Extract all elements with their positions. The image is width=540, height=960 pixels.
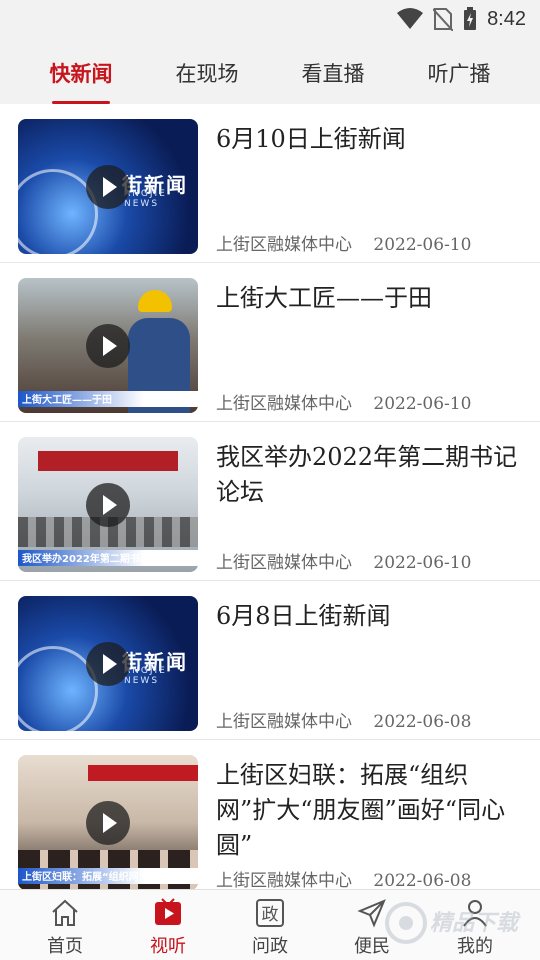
video-play-icon [155,898,181,925]
thumbnail-caption: 上街区妇联：拓展“组织网”扩大“朋友圈”画好“同心圆” [22,872,198,883]
news-meta: 上街区融媒体中心 2022-06-10 [216,230,471,255]
news-title[interactable]: 6月8日上街新闻 [216,599,521,634]
status-icons: 8:42 [397,6,526,32]
news-source: 上街区融媒体中心 [216,394,352,414]
news-date: 2022-06-10 [373,394,472,414]
wifi-icon [397,8,424,29]
status-time: 8:42 [487,7,526,30]
video-thumbnail[interactable]: 街新闻 ANGJIE NEWS [18,119,198,254]
news-source: 上街区融媒体中心 [216,553,352,573]
news-title[interactable]: 上街大工匠——于田 [216,281,521,316]
news-title[interactable]: 6月10日上街新闻 [216,122,521,157]
news-date: 2022-06-10 [373,553,472,573]
news-meta: 上街区融媒体中心 2022-06-08 [216,866,471,891]
news-date: 2022-06-08 [373,712,472,732]
nav-home[interactable]: 首页 [20,896,110,957]
nav-label: 首页 [47,936,83,957]
tab-on-site[interactable]: 在现场 [152,58,262,92]
watermark-logo-icon [385,902,427,944]
thumbnail-caption: 上街大工匠——于田 [22,395,112,406]
tab-quick-news[interactable]: 快新闻 [26,58,136,92]
news-date: 2022-06-10 [373,235,472,255]
news-source: 上街区融媒体中心 [216,871,352,891]
zheng-icon: 政 [256,899,284,927]
news-source: 上街区融媒体中心 [216,235,352,255]
thumbnail-caption: 我区举办2022年第二期书记论坛 [22,554,170,565]
video-thumbnail[interactable]: 上街区妇联：拓展“组织网”扩大“朋友圈”画好“同心圆” [18,755,198,890]
play-icon[interactable] [86,801,130,845]
tab-live[interactable]: 看直播 [278,58,388,92]
home-icon [52,899,78,926]
banner-graphic [38,451,178,471]
news-meta: 上街区融媒体中心 2022-06-08 [216,707,471,732]
news-title[interactable]: 上街区妇联：拓展“组织网”扩大“朋友圈”画好“同心圆” [216,758,521,863]
video-thumbnail[interactable]: 我区举办2022年第二期书记论坛 [18,437,198,572]
news-title[interactable]: 我区举办2022年第二期书记论坛 [216,440,521,510]
nav-label: 问政 [252,936,288,957]
watermark: 精品下载 [380,893,540,953]
news-item[interactable]: 上街大工匠——于田 上街大工匠——于田 上街区融媒体中心 2022-06-10 [0,263,540,422]
top-tabs: 快新闻 在现场 看直播 听广播 [0,38,540,104]
thumbnail-logo-subtext: ANGJIE NEWS [124,666,167,686]
helmet-graphic [138,290,172,312]
nav-label: 视听 [150,936,186,957]
battery-charging-icon [464,7,477,30]
play-icon[interactable] [86,483,130,527]
news-meta: 上街区融媒体中心 2022-06-10 [216,548,471,573]
watermark-text: 精品下载 [430,911,519,936]
news-meta: 上街区融媒体中心 2022-06-10 [216,389,471,414]
zheng-icon-text: 政 [262,905,279,925]
status-bar: 8:42 [0,0,540,38]
nav-video[interactable]: 视听 [123,896,213,957]
video-thumbnail[interactable]: 街新闻 ANGJIE NEWS [18,596,198,731]
no-sim-icon [433,8,454,31]
banner-graphic [88,765,198,781]
tab-radio[interactable]: 听广播 [404,58,514,92]
play-icon[interactable] [86,324,130,368]
play-icon[interactable] [86,165,130,209]
news-item[interactable]: 上街区妇联：拓展“组织网”扩大“朋友圈”画好“同心圆” 上街区妇联：拓展“组织网… [0,740,540,891]
news-source: 上街区融媒体中心 [216,712,352,732]
news-item[interactable]: 街新闻 ANGJIE NEWS 6月10日上街新闻 上街区融媒体中心 2022-… [0,104,540,263]
thumbnail-logo-subtext: ANGJIE NEWS [124,189,167,209]
news-date: 2022-06-08 [373,871,472,891]
play-icon[interactable] [86,642,130,686]
nav-inquiry[interactable]: 政 问政 [225,896,315,957]
news-item[interactable]: 我区举办2022年第二期书记论坛 我区举办2022年第二期书记论坛 上街区融媒体… [0,422,540,581]
video-thumbnail[interactable]: 上街大工匠——于田 [18,278,198,413]
news-item[interactable]: 街新闻 ANGJIE NEWS 6月8日上街新闻 上街区融媒体中心 2022-0… [0,581,540,740]
